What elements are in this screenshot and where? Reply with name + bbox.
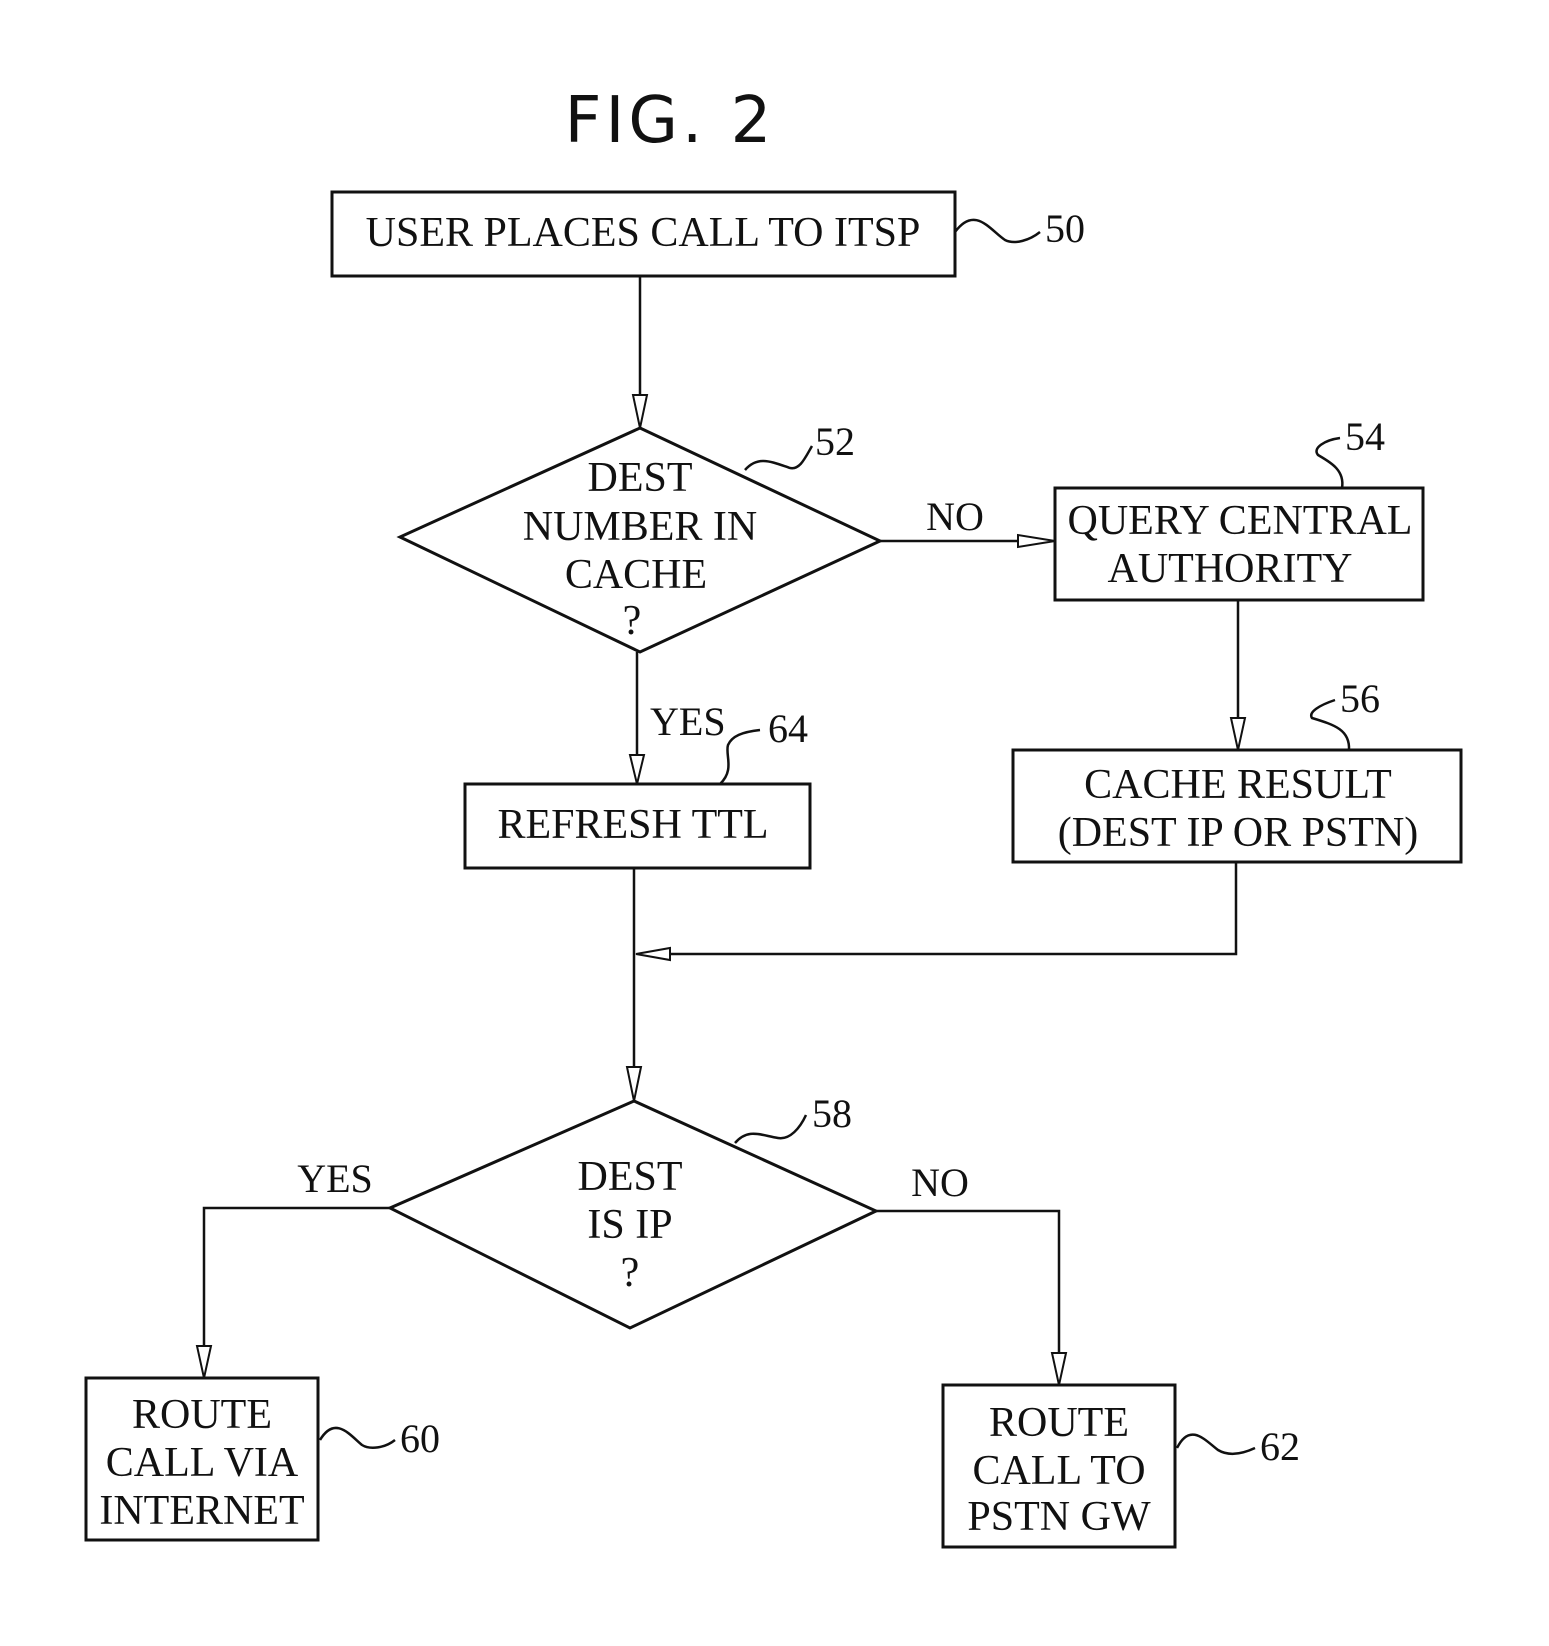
leader-line-62	[1175, 1433, 1256, 1456]
ref-number-52: 52	[815, 419, 855, 464]
arrowhead	[1229, 717, 1247, 751]
edge-label-no: NO	[911, 1160, 969, 1205]
node-dest-is-ip: DEST IS IP ?	[386, 1099, 880, 1330]
node-text: ROUTE	[132, 1392, 272, 1438]
arrowhead	[631, 394, 649, 429]
edge-58-60	[202, 1206, 390, 1370]
node-text: PSTN GW	[967, 1494, 1151, 1540]
ref-number-56: 56	[1340, 676, 1380, 721]
ref-number-60: 60	[400, 1416, 440, 1461]
node-text: DEST	[578, 1154, 683, 1200]
edge-label-yes: YES	[650, 699, 726, 744]
ref-number-50: 50	[1045, 206, 1085, 251]
figure-title: FIG. 2	[565, 84, 776, 158]
node-route-to-pstn-gw: ROUTE CALL TO PSTN GW	[941, 1383, 1177, 1549]
node-text: DEST	[588, 455, 693, 501]
leader-line-64	[719, 728, 761, 785]
edge-label-yes: YES	[297, 1156, 373, 1201]
node-text: QUERY CENTRAL	[1068, 498, 1413, 544]
node-cache-result: CACHE RESULT (DEST IP OR PSTN)	[1011, 748, 1463, 864]
node-text: USER PLACES CALL TO ITSP	[366, 210, 921, 256]
node-text: INTERNET	[99, 1488, 304, 1534]
edge-58-62	[876, 1209, 1061, 1375]
arrowhead	[635, 946, 671, 962]
node-text: CACHE RESULT	[1084, 762, 1392, 808]
leader-line-58	[734, 1114, 808, 1144]
node-text: CALL TO	[972, 1448, 1145, 1494]
leader-line-50	[953, 218, 1041, 244]
ref-number-58: 58	[812, 1091, 852, 1136]
node-text: ROUTE	[989, 1400, 1129, 1446]
arrowhead	[1017, 533, 1056, 549]
node-route-via-internet: ROUTE CALL VIA INTERNET	[84, 1376, 320, 1542]
node-text: NUMBER IN	[523, 504, 758, 550]
leader-line-54	[1315, 436, 1344, 489]
node-user-places-call: USER PLACES CALL TO ITSP	[330, 190, 957, 278]
node-text: CACHE	[565, 552, 707, 598]
ref-number-64: 64	[768, 706, 808, 751]
node-text: ?	[621, 1250, 640, 1296]
flowchart: FIG. 2 USER PLACES CALL TO ITSP 50 DEST …	[84, 84, 1463, 1549]
arrowhead	[628, 754, 646, 785]
node-dest-number-in-cache: DEST NUMBER IN CACHE ?	[396, 426, 884, 654]
edge-56-58	[650, 862, 1238, 956]
leader-line-60	[318, 1426, 396, 1449]
node-text: IS IP	[587, 1202, 672, 1248]
edge-label-no: NO	[926, 494, 984, 539]
arrowhead	[1050, 1352, 1068, 1386]
node-text: AUTHORITY	[1108, 546, 1353, 592]
ref-number-54: 54	[1345, 414, 1385, 459]
node-query-central-authority: QUERY CENTRAL AUTHORITY	[1053, 486, 1425, 602]
leader-line-52	[744, 445, 814, 471]
arrowhead	[195, 1345, 213, 1379]
arrowhead	[625, 1066, 643, 1102]
node-refresh-ttl: REFRESH TTL	[463, 782, 812, 870]
node-text: (DEST IP OR PSTN)	[1058, 810, 1419, 856]
node-text: REFRESH TTL	[497, 802, 768, 848]
node-text: ?	[623, 598, 642, 644]
ref-number-62: 62	[1260, 1424, 1300, 1469]
node-text: CALL VIA	[106, 1440, 299, 1486]
